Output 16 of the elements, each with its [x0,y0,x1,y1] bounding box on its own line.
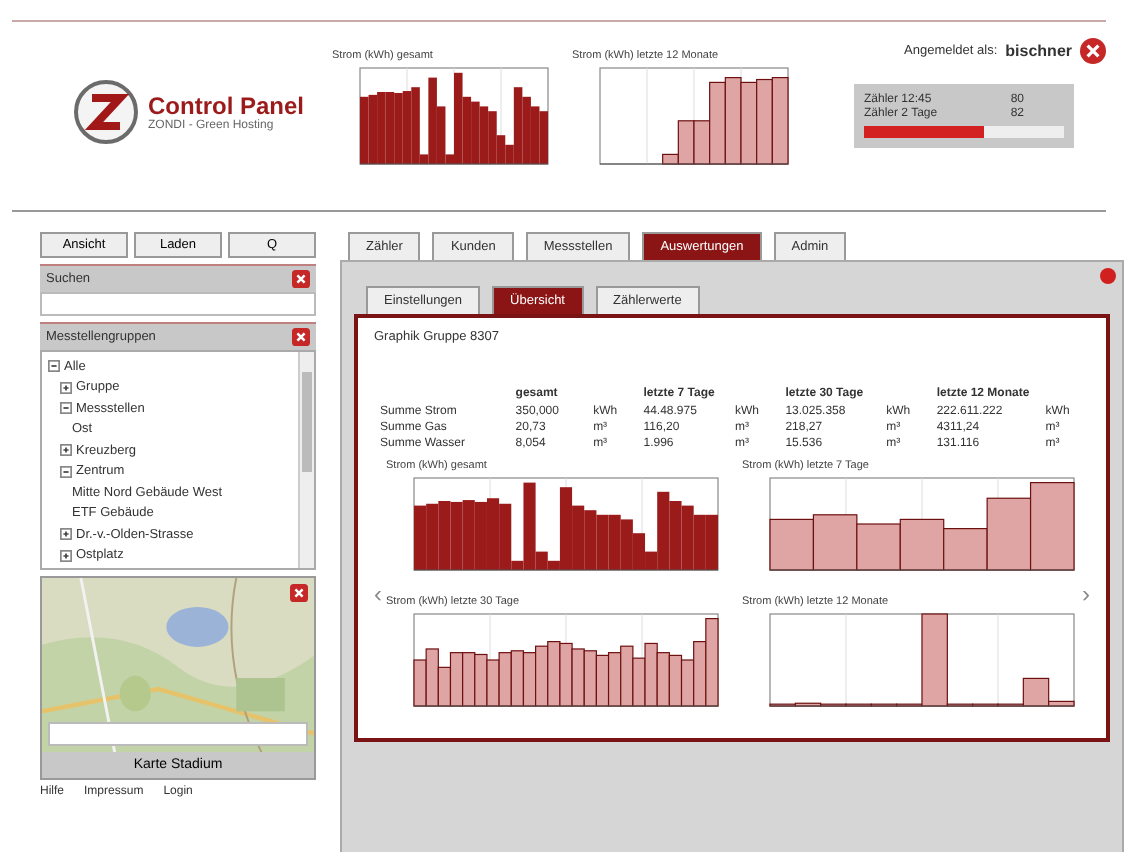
previous-arrow[interactable]: ‹ [374,579,382,607]
next-arrow[interactable]: › [1082,579,1090,607]
collapse-icon[interactable] [60,402,72,415]
search-field[interactable] [40,292,316,316]
expand-icon[interactable] [60,444,72,457]
logout-icon[interactable] [1080,38,1106,64]
expand-icon[interactable] [60,528,72,541]
user-name: bischner [1005,42,1072,60]
logo-icon [72,78,140,146]
expand-icon[interactable] [60,549,72,562]
logo-title: Control Panel [148,92,305,120]
collapse-icon[interactable] [60,465,72,478]
map-field[interactable] [48,722,308,746]
expand-icon[interactable] [60,381,72,394]
scrollbar[interactable] [298,352,314,568]
collapse-icon[interactable] [48,360,60,373]
